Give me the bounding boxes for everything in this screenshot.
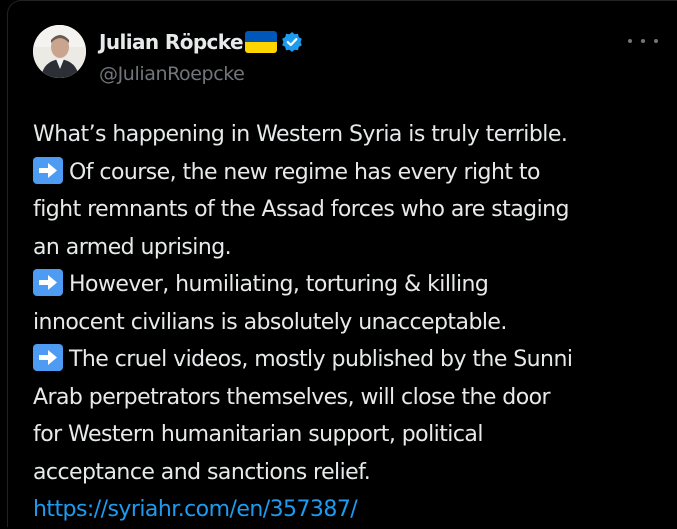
tweet-line: What’s happening in Western Syria is tru…	[33, 122, 568, 147]
tweet-text: What’s happening in Western Syria is tru…	[33, 116, 673, 529]
tweet-line: innocent civilians is absolutely unaccep…	[33, 309, 507, 335]
tweet-line: Arab perpetrators themselves, will close…	[33, 384, 551, 410]
avatar-image	[33, 25, 86, 78]
tweet-line-text: Of course, the new regime has every righ…	[69, 159, 540, 185]
tweet-card: Julian Röpcke @JulianRoepcke What’s happ…	[7, 0, 677, 527]
verified-badge-icon[interactable]	[281, 31, 303, 53]
author-handle[interactable]: @JulianRoepcke	[99, 63, 245, 85]
right-arrow-emoji-icon	[33, 269, 63, 296]
author-name-row: Julian Röpcke	[99, 28, 303, 56]
tweet-line: fight remnants of the Assad forces who a…	[33, 197, 570, 222]
right-arrow-emoji-icon	[33, 156, 63, 184]
tweet-line: for Western humanitarian support, politi…	[33, 422, 483, 447]
author-display-name[interactable]: Julian Röpcke	[99, 30, 244, 54]
tweet-line: However, humiliating, torturing & killin…	[33, 266, 673, 304]
more-options-icon[interactable]	[628, 34, 658, 48]
right-arrow-emoji-icon	[33, 344, 63, 371]
avatar[interactable]	[33, 25, 86, 78]
tweet-link-line: https://syriahr.com/en/357387/	[33, 491, 673, 529]
tweet-line: acceptance and sanctions relief.	[33, 459, 371, 485]
tweet-line: The cruel videos, mostly published by th…	[33, 341, 673, 379]
ukraine-flag-icon	[244, 31, 277, 53]
tweet-line-text: However, humiliating, torturing & killin…	[69, 272, 489, 297]
tweet-line: an armed uprising.	[33, 234, 232, 260]
tweet-link[interactable]: https://syriahr.com/en/357387/	[33, 497, 358, 522]
tweet-line-text: The cruel videos, mostly published by th…	[69, 347, 573, 372]
tweet-line: Of course, the new regime has every righ…	[33, 154, 673, 192]
